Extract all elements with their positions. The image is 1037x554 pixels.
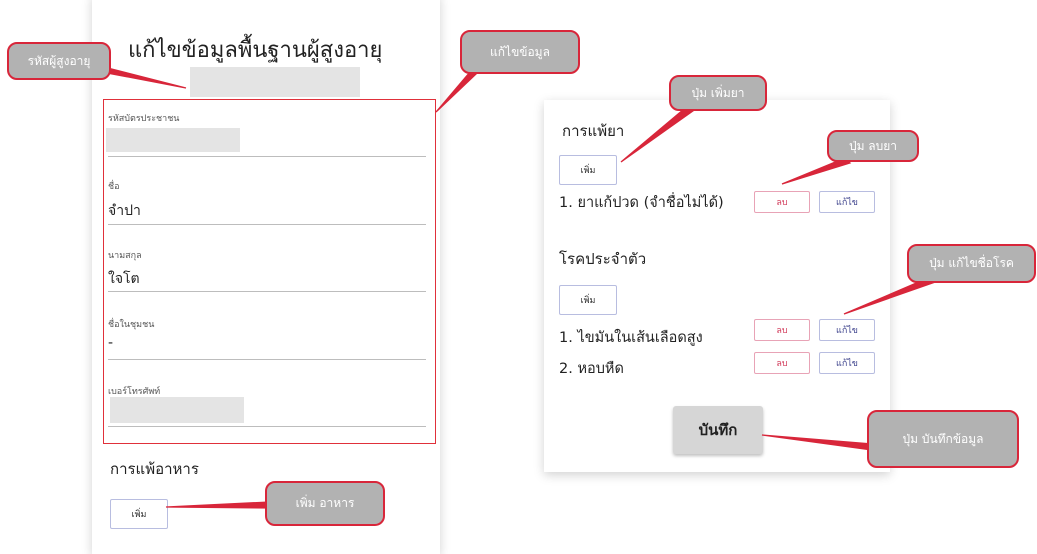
field-underline	[108, 291, 426, 292]
elder-id-value	[190, 67, 360, 97]
disease-item: 1. ไขมันในเส้นเลือดสูง	[559, 330, 703, 346]
callout-add-food: เพิ่ม อาหาร	[265, 481, 385, 526]
delete-disease-button[interactable]: ลบ	[754, 319, 810, 341]
community-name-input[interactable]: -	[108, 335, 113, 351]
add-disease-button[interactable]: เพิ่ม	[559, 285, 617, 315]
disease-item: 2. หอบหืด	[559, 361, 624, 377]
add-food-button[interactable]: เพิ่ม	[110, 499, 168, 529]
food-allergy-title: การแพ้อาหาร	[110, 460, 199, 478]
field-underline	[108, 426, 426, 427]
callout-elder-id: รหัสผู้สูงอายุ	[7, 42, 111, 80]
field-underline	[108, 224, 426, 225]
last-name-input[interactable]: ใจโต	[108, 268, 140, 290]
callout-delete-drug: ปุ่ม ลบยา	[827, 130, 919, 162]
drug-allergy-title: การแพ้ยา	[562, 122, 625, 140]
first-name-input[interactable]: จำปา	[108, 200, 141, 222]
chronic-disease-title: โรคประจำตัว	[559, 250, 647, 268]
callout-add-drug: ปุ่ม เพิ่มยา	[669, 75, 767, 111]
field-label-last-name: นามสกุล	[108, 251, 142, 261]
add-drug-button[interactable]: เพิ่ม	[559, 155, 617, 185]
field-underline	[108, 359, 426, 360]
elder-basic-info-form: แก้ไขข้อมูลพื้นฐานผู้สูงอายุ รหัสบัตรประ…	[92, 0, 440, 554]
delete-disease-button[interactable]: ลบ	[754, 352, 810, 374]
field-label-community-name: ชื่อในชุมชน	[108, 320, 155, 330]
field-label-phone: เบอร์โทรศัพท์	[108, 387, 161, 397]
edit-disease-button[interactable]: แก้ไข	[819, 319, 875, 341]
delete-drug-button[interactable]: ลบ	[754, 191, 810, 213]
save-button[interactable]: บันทึก	[673, 406, 763, 454]
callout-save-data: ปุ่ม บันทึกข้อมูล	[867, 410, 1019, 468]
callout-edit-disease: ปุ่ม แก้ไขชื่อโรค	[907, 244, 1036, 283]
national-id-input[interactable]	[106, 128, 240, 152]
field-label-first-name: ชื่อ	[108, 182, 120, 192]
edit-disease-button[interactable]: แก้ไข	[819, 352, 875, 374]
phone-input[interactable]	[110, 397, 244, 423]
edit-info-pointer	[435, 71, 478, 113]
edit-drug-button[interactable]: แก้ไข	[819, 191, 875, 213]
drug-allergy-item: 1. ยาแก้ปวด (จำชื่อไม่ได้)	[559, 195, 724, 211]
field-label-national-id: รหัสบัตรประชาชน	[108, 114, 180, 124]
callout-edit-info: แก้ไขข้อมูล	[460, 30, 580, 74]
field-underline	[108, 156, 426, 157]
page-title: แก้ไขข้อมูลพื้นฐานผู้สูงอายุ	[128, 38, 383, 63]
